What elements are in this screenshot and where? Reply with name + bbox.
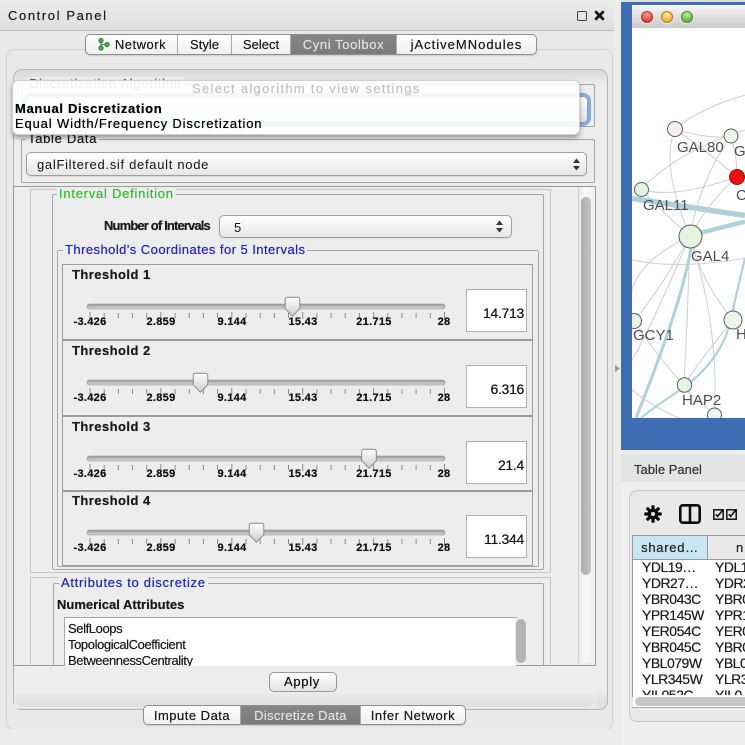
svg-text:GAL80: GAL80: [677, 139, 724, 156]
svg-text:C: C: [736, 187, 745, 204]
svg-text:H: H: [736, 326, 745, 343]
svg-text:GAL11: GAL11: [643, 197, 689, 214]
svg-text:GAL4: GAL4: [691, 248, 729, 265]
svg-text:HAP2: HAP2: [682, 392, 721, 409]
svg-text:GA: GA: [734, 143, 745, 160]
svg-text:GCY1: GCY1: [633, 327, 674, 344]
